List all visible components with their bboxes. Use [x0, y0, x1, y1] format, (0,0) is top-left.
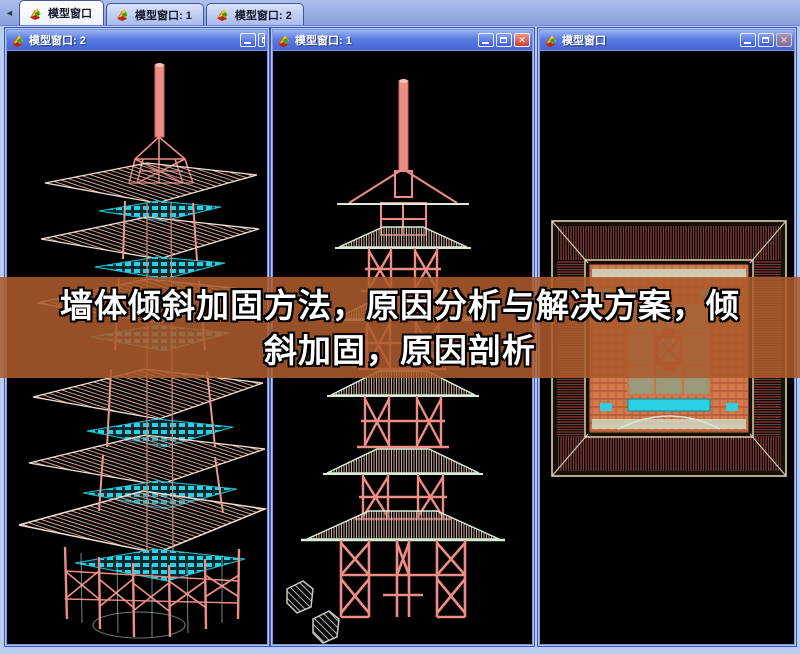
caption-line-2: 斜加固，原因剖析	[264, 331, 536, 369]
window-title: 模型窗口: 1	[295, 35, 352, 47]
tab-label: 模型窗口: 2	[234, 9, 292, 22]
minimize-button[interactable]	[740, 33, 756, 47]
minimize-button[interactable]	[478, 33, 494, 47]
model-window-icon	[117, 9, 128, 21]
model-window-titlebar[interactable]: 模型窗口 ✕	[540, 30, 794, 50]
caption-line-1: 墙体倾斜加固方法，原因分析与解决方案，倾	[60, 286, 740, 324]
model-window-tabbar: ◄ 模型窗口 模型窗口: 1 模型窗口: 2	[0, 0, 800, 26]
model-window-icon	[12, 34, 23, 47]
tab-model-window[interactable]: 模型窗口	[19, 0, 104, 25]
maximize-button[interactable]	[258, 33, 265, 47]
model-window-icon	[278, 34, 289, 47]
tab-model-window-2[interactable]: 模型窗口: 2	[205, 3, 304, 25]
tab-scroll-left-button[interactable]: ◄	[3, 5, 16, 20]
window-title: 模型窗口	[562, 35, 606, 47]
window-title: 模型窗口: 2	[29, 35, 86, 47]
model-window-icon	[545, 34, 556, 47]
application-window: ◄ 模型窗口 模型窗口: 1 模型窗口: 2 模型窗口: 2 模型窗口: 1 ✕…	[0, 0, 800, 654]
close-button[interactable]: ✕	[514, 33, 530, 47]
minimize-button[interactable]	[240, 33, 256, 47]
tab-model-window-1[interactable]: 模型窗口: 1	[106, 3, 204, 25]
close-button[interactable]: ✕	[776, 33, 792, 47]
model-window-icon	[30, 7, 41, 20]
maximize-button[interactable]	[496, 33, 512, 47]
caption-banner: 墙体倾斜加固方法，原因分析与解决方案，倾 斜加固，原因剖析	[0, 277, 800, 378]
model-window-1-titlebar[interactable]: 模型窗口: 1 ✕	[273, 30, 532, 50]
maximize-button[interactable]	[758, 33, 774, 47]
model-window-2-titlebar[interactable]: 模型窗口: 2	[7, 30, 267, 50]
model-window-icon	[216, 9, 228, 21]
tab-label: 模型窗口: 1	[135, 9, 192, 22]
tab-label: 模型窗口	[48, 8, 92, 20]
